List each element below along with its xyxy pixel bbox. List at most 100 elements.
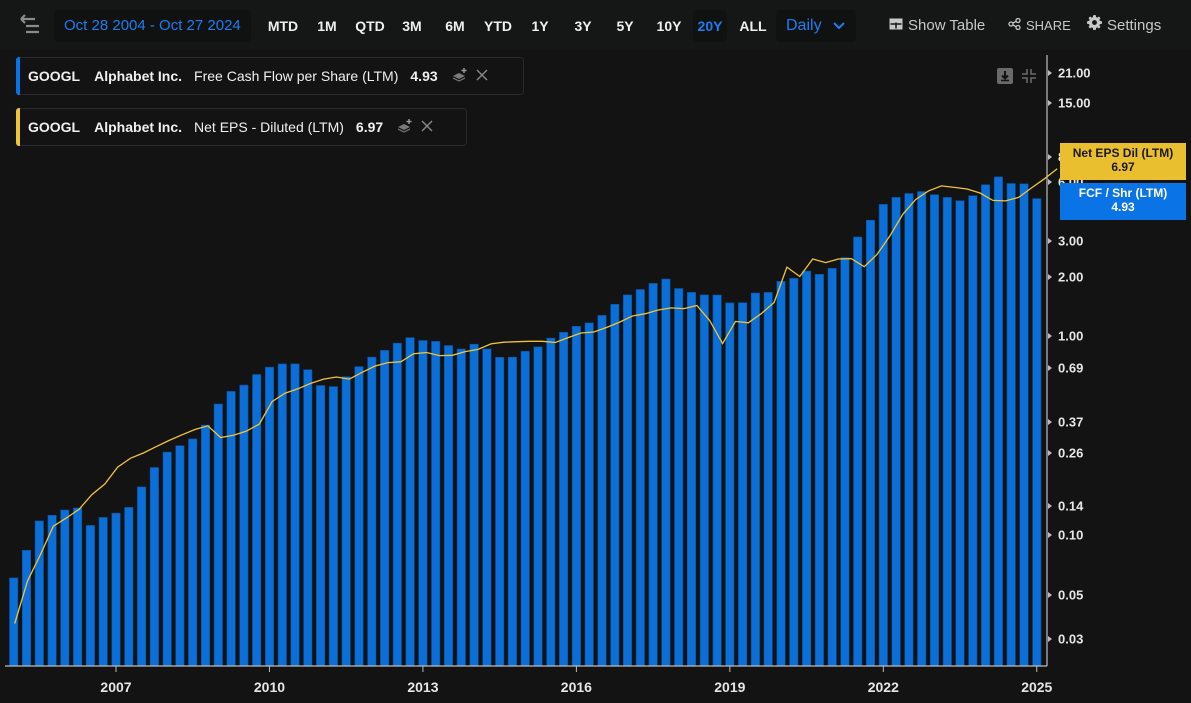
fcf-bar: [456, 348, 466, 667]
fcf-bar: [469, 343, 479, 667]
add-layer-icon[interactable]: [397, 118, 413, 136]
range-button-qtd[interactable]: QTD: [355, 10, 385, 42]
chart-plot[interactable]: [0, 0, 1191, 703]
range-button-1m[interactable]: 1M: [317, 10, 337, 42]
fcf-bar: [137, 486, 147, 667]
y-tick-label: 3.00: [1058, 233, 1084, 249]
fcf-bar: [520, 350, 530, 667]
show-table-button[interactable]: Show Table: [889, 10, 985, 42]
fcf-bar: [712, 294, 722, 667]
collapse-menu-icon[interactable]: [17, 13, 41, 37]
interval-dropdown[interactable]: Daily: [776, 10, 856, 42]
range-button-all[interactable]: ALL: [739, 10, 767, 42]
settings-button[interactable]: Settings: [1087, 10, 1161, 42]
fcf-bar: [674, 288, 684, 667]
fcf-bar: [188, 438, 198, 667]
close-icon[interactable]: [421, 119, 433, 135]
fcf-bar: [290, 363, 300, 667]
settings-label: Settings: [1107, 17, 1162, 34]
fcf-bar: [418, 340, 428, 667]
fcf-bar: [443, 345, 453, 667]
legend-item-fcf[interactable]: GOOGL Alphabet Inc. Free Cash Flow per S…: [16, 57, 524, 95]
fcf-bar: [622, 294, 632, 667]
fcf-bar: [239, 384, 249, 667]
legend-ticker: GOOGL: [28, 68, 81, 84]
eps-tag-value: 6.97: [1111, 160, 1135, 174]
fcf-bar: [1032, 198, 1042, 667]
fcf-bar: [878, 204, 888, 667]
fcf-bar: [73, 507, 83, 667]
download-icon[interactable]: [997, 68, 1013, 89]
fcf-bar: [9, 577, 19, 667]
fcf-bar: [316, 385, 326, 667]
fcf-bar: [47, 514, 57, 667]
fcf-bar: [661, 278, 671, 667]
legend-ticker: GOOGL: [28, 119, 81, 135]
fcf-tag-label: FCF / Shr (LTM): [1078, 186, 1168, 200]
fcf-bar: [495, 356, 505, 667]
fcf-bar: [699, 294, 709, 667]
fcf-bar: [264, 366, 274, 667]
fcf-bar: [1006, 183, 1016, 667]
range-button-20y[interactable]: 20Y: [693, 10, 727, 42]
y-tick-mark: [1048, 178, 1052, 185]
fcf-bar: [610, 303, 620, 667]
fcf-bar: [98, 517, 108, 667]
share-button[interactable]: SHARE: [1008, 10, 1071, 42]
legend-value: 6.97: [355, 119, 384, 135]
fcf-bar: [34, 520, 44, 667]
fcf-bar: [124, 507, 134, 667]
eps-tag-label: Net EPS Dil (LTM): [1072, 146, 1174, 160]
show-table-label: Show Table: [908, 17, 986, 34]
x-tick-label: 2025: [1021, 679, 1053, 695]
fcf-bar: [917, 191, 927, 667]
y-tick-label: 0.10: [1058, 527, 1084, 543]
share-icon: [1008, 10, 1021, 42]
fcf-bar: [738, 302, 748, 667]
range-button-5y[interactable]: 5Y: [616, 10, 634, 42]
fcf-bar: [226, 391, 236, 667]
range-button-3m[interactable]: 3M: [402, 10, 422, 42]
fcf-bar: [559, 331, 569, 667]
series-color-swatch: [16, 57, 20, 95]
y-tick-label: 0.03: [1058, 631, 1084, 647]
fcf-bar: [111, 512, 121, 667]
y-tick-label: 15.00: [1058, 95, 1091, 110]
range-button-10y[interactable]: 10Y: [655, 10, 683, 42]
range-button-3y[interactable]: 3Y: [573, 10, 593, 42]
fcf-tag-value: 4.93: [1111, 200, 1135, 214]
interval-value: Daily: [786, 17, 822, 34]
y-tick-mark: [1048, 365, 1052, 372]
y-tick-label: 1.00: [1058, 328, 1084, 344]
x-tick-label: 2022: [867, 679, 899, 695]
legend-metric: Free Cash Flow per Share (LTM): [194, 68, 399, 84]
range-button-1y[interactable]: 1Y: [531, 10, 549, 42]
legend-company: Alphabet Inc.: [94, 68, 183, 84]
fcf-bar: [929, 194, 939, 667]
fcf-bar: [405, 337, 415, 667]
date-range-picker[interactable]: Oct 28 2004 - Oct 27 2024: [54, 10, 251, 42]
close-icon[interactable]: [476, 68, 488, 84]
fcf-bar: [380, 350, 390, 667]
fcf-bar: [341, 376, 351, 667]
legend-item-eps[interactable]: GOOGL Alphabet Inc. Net EPS - Diluted (L…: [16, 108, 467, 146]
fcf-bar: [840, 257, 850, 667]
toolbar: Oct 28 2004 - Oct 27 2024 MTD 1M QTD 3M 6M YT…: [0, 0, 1191, 50]
y-tick-label: 0.69: [1058, 360, 1084, 376]
range-button-mtd[interactable]: MTD: [267, 10, 299, 42]
fcf-bar: [1019, 183, 1029, 667]
fcf-bar: [776, 281, 786, 667]
fcf-bar: [942, 197, 952, 667]
share-label: SHARE: [1026, 18, 1071, 33]
range-button-ytd[interactable]: YTD: [484, 10, 512, 42]
add-layer-icon[interactable]: [452, 67, 468, 85]
fcf-price-tag: FCF / Shr (LTM) 4.93: [1060, 183, 1186, 220]
fcf-bar: [789, 278, 799, 667]
collapse-icon[interactable]: [1021, 68, 1037, 89]
y-tick-mark: [1048, 532, 1052, 539]
chevron-down-icon: [832, 10, 846, 54]
y-tick-mark: [1048, 449, 1052, 456]
range-button-6m[interactable]: 6M: [445, 10, 465, 42]
fcf-bar: [533, 346, 543, 667]
y-tick-mark: [1048, 273, 1052, 280]
